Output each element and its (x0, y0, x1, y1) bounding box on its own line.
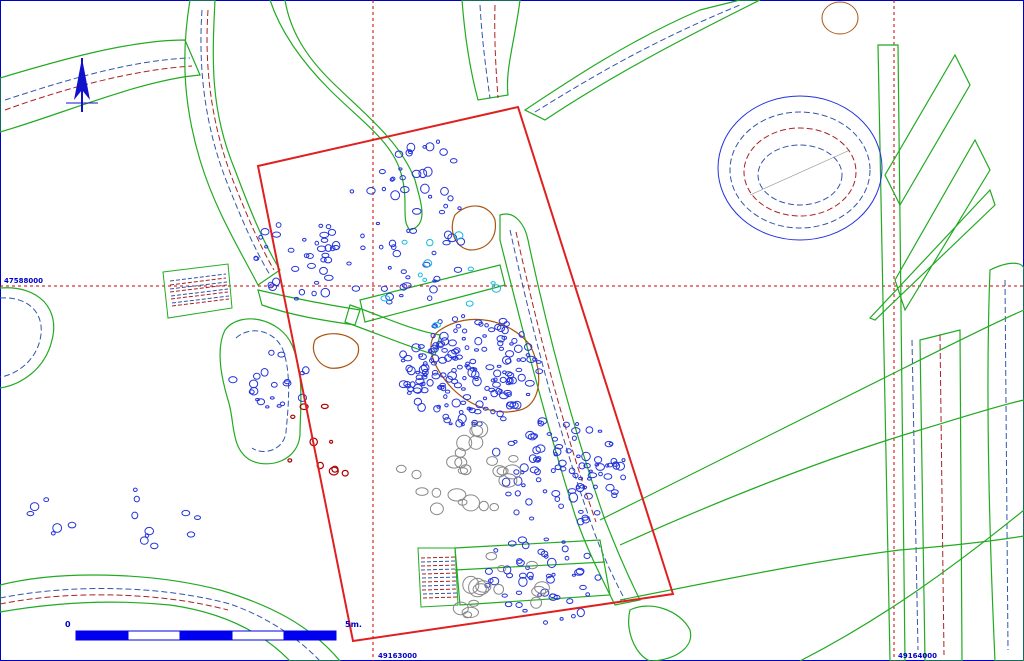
map-frame-border (0, 0, 1024, 661)
archaeological-site-map: 47588000 49163000 49164000 0 5m. (0, 0, 1024, 661)
scale-bar-icon (75, 630, 337, 641)
grid-label-northing: 47588000 (4, 277, 43, 285)
map-canvas: 47588000 49163000 49164000 0 5m. (0, 0, 1024, 661)
scale-end-label: 5m. (345, 620, 362, 629)
grid-label-easting-center: 49163000 (378, 652, 417, 660)
grid-label-easting-right: 49164000 (898, 652, 937, 660)
scale-start-label: 0 (65, 620, 71, 629)
